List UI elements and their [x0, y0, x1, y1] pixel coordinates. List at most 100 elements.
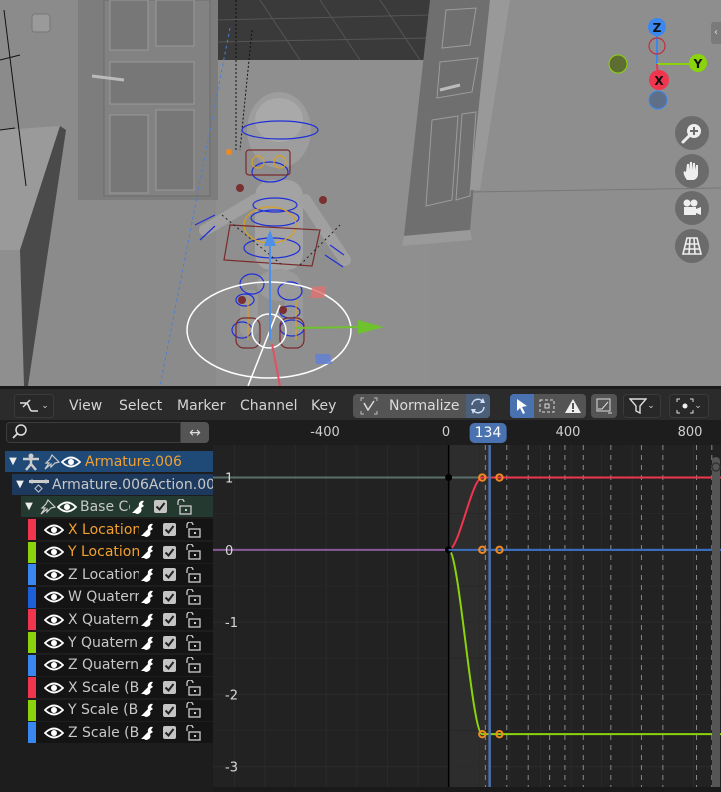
- wrench-icon[interactable]: [130, 499, 146, 515]
- eye-icon[interactable]: [44, 634, 64, 652]
- checkmark-icon: [164, 525, 175, 535]
- timeline-scrubber[interactable]: -400 0 400 800 134: [213, 420, 721, 445]
- fcurve-channel-row[interactable]: Z Quaternic: [28, 654, 213, 676]
- view-fit-icon: [596, 398, 612, 414]
- unlock-icon[interactable]: [184, 702, 202, 718]
- expand-triangle-icon[interactable]: ▼: [5, 456, 21, 467]
- unlock-icon[interactable]: [184, 589, 202, 605]
- pin-icon[interactable]: [37, 498, 57, 516]
- fcurve-channel-row[interactable]: X Location (: [28, 519, 213, 540]
- wrench-icon[interactable]: [139, 635, 155, 651]
- mute-checkbox[interactable]: [163, 636, 176, 649]
- channel-search-input[interactable]: [6, 422, 181, 443]
- unlock-icon[interactable]: [184, 634, 202, 651]
- navigation-gizmo[interactable]: Z Y X: [600, 12, 720, 112]
- invert-filter-button[interactable]: ↔: [181, 422, 209, 443]
- select-tools-group: [510, 394, 586, 418]
- only-show-errors-button[interactable]: [560, 394, 586, 418]
- wrench-icon[interactable]: [139, 725, 155, 741]
- pin-icon[interactable]: [41, 453, 61, 471]
- channel-group-row[interactable]: ▼ Base Co: [21, 496, 213, 517]
- fcurve-graph[interactable]: 1 0 -1 -2 -3: [213, 445, 721, 792]
- graph-area[interactable]: 1 0 -1 -2 -3: [213, 445, 721, 792]
- wrench-icon[interactable]: [139, 522, 155, 538]
- eye-icon[interactable]: [44, 521, 64, 539]
- channel-list: ▼ Armature.006 ▼ Armature.006Action.001 …: [0, 445, 213, 792]
- filter-dropdown[interactable]: ⌄: [623, 394, 661, 418]
- eye-icon[interactable]: [44, 611, 64, 629]
- camera-view-button[interactable]: [675, 191, 709, 225]
- eye-icon[interactable]: [44, 588, 64, 606]
- unlock-icon[interactable]: [184, 657, 202, 673]
- editor-type-selector[interactable]: ⌄: [14, 394, 54, 418]
- auto-normalize-button[interactable]: [466, 394, 490, 418]
- fcurve-channel-row[interactable]: X Quaternic: [28, 609, 213, 631]
- wrench-icon[interactable]: [139, 680, 155, 696]
- view-fit-button[interactable]: [591, 394, 617, 418]
- mute-checkbox[interactable]: [163, 568, 176, 582]
- menu-key[interactable]: Key: [311, 389, 336, 423]
- mute-checkbox[interactable]: [163, 545, 176, 559]
- wrench-icon[interactable]: [139, 657, 155, 673]
- eye-icon[interactable]: [44, 724, 64, 742]
- sidebar-toggle[interactable]: ‹: [711, 22, 721, 44]
- unlock-icon[interactable]: [175, 498, 193, 515]
- wrench-icon[interactable]: [139, 567, 155, 583]
- fcurve-channel-row[interactable]: X Scale (Ba: [28, 677, 213, 699]
- menu-select[interactable]: Select: [119, 389, 162, 423]
- unlock-icon[interactable]: [184, 611, 202, 628]
- menu-channel[interactable]: Channel: [240, 389, 297, 423]
- fcurve-label: X Quaternic: [68, 611, 139, 628]
- checkmark-icon: [155, 502, 166, 512]
- expand-triangle-icon[interactable]: ▼: [21, 501, 37, 512]
- wrench-icon[interactable]: [139, 702, 155, 718]
- mute-checkbox[interactable]: [154, 500, 167, 513]
- normalize-toggle[interactable]: Normalize: [353, 394, 490, 418]
- fcurve-channel-row[interactable]: Z Scale (Ba: [28, 722, 213, 744]
- unlock-icon[interactable]: [184, 566, 202, 583]
- fcurve-channel-row[interactable]: W Quaterni: [28, 586, 213, 608]
- pan-button[interactable]: [675, 154, 709, 188]
- pivot-icon: [676, 398, 694, 414]
- eye-icon[interactable]: [57, 498, 77, 516]
- expand-triangle-icon[interactable]: ▼: [12, 479, 28, 490]
- fcurve-channel-row[interactable]: Y Scale (Ba: [28, 699, 213, 721]
- unlock-icon[interactable]: [184, 724, 202, 741]
- vertical-scrollbar[interactable]: [712, 457, 720, 792]
- mute-checkbox[interactable]: [163, 726, 176, 740]
- wrench-icon[interactable]: [139, 589, 155, 605]
- eye-icon[interactable]: [44, 679, 64, 697]
- mute-checkbox[interactable]: [163, 523, 176, 536]
- menu-view[interactable]: View: [69, 389, 102, 423]
- unlock-icon[interactable]: [184, 521, 202, 538]
- box-select-button[interactable]: [534, 394, 560, 418]
- 3d-viewport[interactable]: Z Y X ‹: [0, 0, 721, 386]
- eye-icon[interactable]: [44, 656, 64, 674]
- fcurve-channel-row[interactable]: Y Location (: [28, 541, 213, 563]
- checkmark-icon: [164, 706, 175, 715]
- unlock-icon[interactable]: [184, 544, 202, 560]
- wrench-icon[interactable]: [139, 612, 155, 628]
- fcurve-channel-row[interactable]: Y Quaternic: [28, 632, 213, 653]
- current-frame-indicator[interactable]: 134: [469, 423, 507, 443]
- eye-icon[interactable]: [44, 543, 64, 561]
- eye-icon[interactable]: [44, 701, 64, 719]
- eye-icon[interactable]: [44, 566, 64, 584]
- mute-checkbox[interactable]: [163, 658, 176, 672]
- eye-icon[interactable]: [61, 453, 81, 471]
- pivot-point-dropdown[interactable]: ⌄: [669, 394, 709, 418]
- chevron-down-icon: ⌄: [41, 401, 49, 411]
- select-cursor-button[interactable]: [510, 394, 534, 418]
- mute-checkbox[interactable]: [163, 703, 176, 717]
- channel-object-row[interactable]: ▼ Armature.006: [5, 451, 213, 472]
- menu-marker[interactable]: Marker: [177, 389, 225, 423]
- fcurve-channel-row[interactable]: Z Location (: [28, 564, 213, 586]
- mute-checkbox[interactable]: [163, 613, 176, 627]
- mute-checkbox[interactable]: [163, 681, 176, 695]
- unlock-icon[interactable]: [184, 679, 202, 696]
- perspective-toggle-button[interactable]: [675, 229, 709, 263]
- mute-checkbox[interactable]: [163, 590, 176, 604]
- zoom-button[interactable]: [675, 116, 709, 150]
- wrench-icon[interactable]: [139, 544, 155, 560]
- channel-action-row[interactable]: ▼ Armature.006Action.001: [12, 474, 213, 495]
